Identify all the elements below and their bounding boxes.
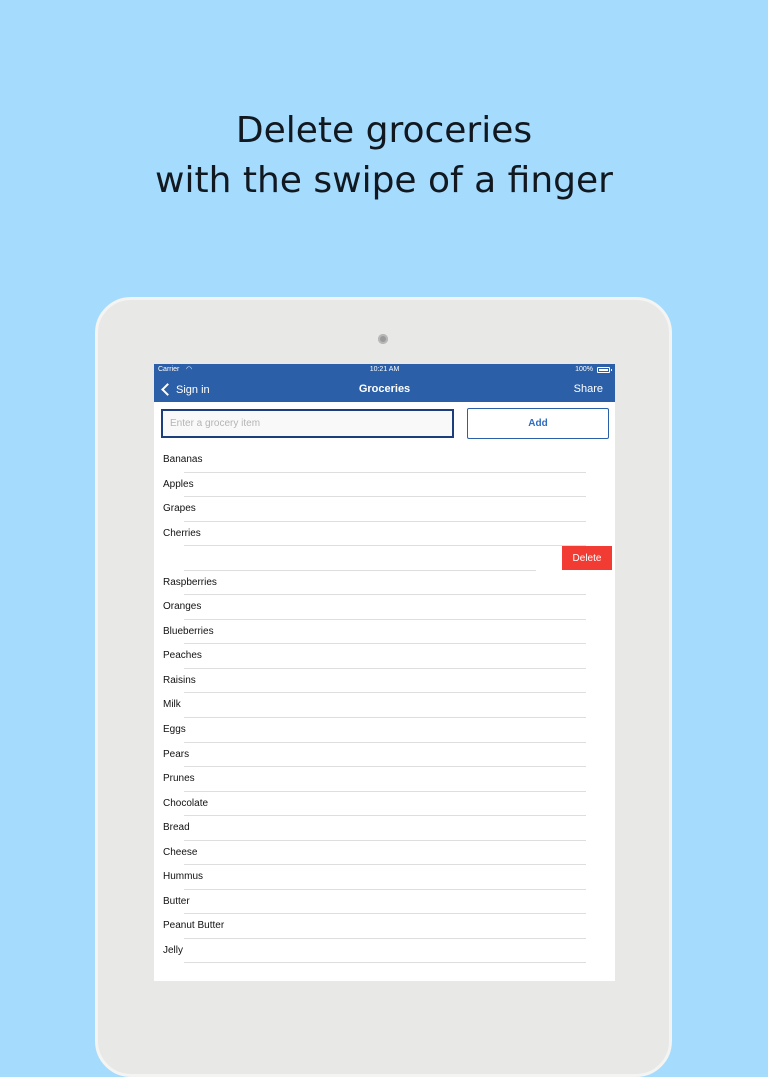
list-item[interactable]: Cherries [154, 522, 615, 547]
list-item[interactable]: Delete [154, 546, 615, 571]
app-screen: Carrier ◠ 10:21 AM 100% Sign in Grocerie… [154, 364, 615, 981]
headline: Delete groceries with the swipe of a fin… [0, 106, 768, 206]
headline-line-1: Delete groceries [235, 110, 533, 151]
list-item[interactable]: Peanut Butter [154, 914, 615, 939]
list-item-label: Eggs [163, 724, 186, 736]
grocery-list: Bananas Apples Grapes Cherries Delete Raspber… [154, 448, 615, 964]
list-item[interactable]: Bread [154, 816, 615, 841]
list-item[interactable]: Milk [154, 693, 615, 719]
list-item[interactable]: Bananas [154, 448, 615, 473]
status-bar: Carrier ◠ 10:21 AM 100% [154, 364, 615, 377]
list-item-label: Raspberries [163, 576, 217, 588]
list-item-label: Grapes [163, 503, 196, 515]
list-item[interactable]: Cheese [154, 841, 615, 866]
grocery-item-input[interactable] [161, 409, 454, 438]
list-item-label: Cherries [163, 527, 201, 539]
list-item[interactable]: Pears [154, 743, 615, 768]
list-item[interactable]: Raisins [154, 669, 615, 694]
list-item-label: Oranges [163, 601, 202, 613]
list-item[interactable]: Grapes [154, 497, 615, 522]
list-item[interactable]: Hummus [154, 865, 615, 890]
list-item[interactable]: Blueberries [154, 620, 615, 645]
list-item-label: Cheese [163, 846, 198, 858]
battery-percent: 100% [575, 366, 593, 373]
list-item-label: Hummus [163, 871, 204, 883]
battery-icon [597, 367, 612, 373]
list-item-label: Chocolate [163, 797, 209, 809]
list-item-label: Bananas [163, 454, 203, 465]
list-item-label: Blueberries [163, 625, 214, 637]
list-item-label: Bread [163, 822, 190, 834]
list-item[interactable]: Eggs [154, 718, 615, 743]
status-time: 10:21 AM [369, 366, 400, 373]
headline-line-2: with the swipe of a finger [155, 160, 613, 201]
list-item[interactable]: Apples [154, 473, 615, 498]
list-item-label: Peaches [163, 650, 202, 662]
list-item-label: Prunes [163, 773, 195, 785]
list-item-label: Jelly [163, 944, 184, 956]
navigation-bar: Sign in Groceries Share [154, 377, 615, 402]
list-item-label: Milk [163, 699, 181, 711]
list-item[interactable]: Raspberries [154, 571, 615, 596]
list-item-label: Butter [163, 895, 190, 907]
list-item-label: Raisins [163, 674, 196, 686]
camera-icon [378, 334, 388, 344]
list-item[interactable]: Jelly [154, 939, 615, 964]
list-item[interactable]: Peaches [154, 644, 615, 669]
row-separator [184, 962, 586, 964]
list-item[interactable]: Prunes [154, 767, 615, 792]
list-item-label: Peanut Butter [163, 920, 225, 932]
list-item-label: Apples [163, 478, 194, 490]
list-item[interactable]: Oranges [154, 595, 615, 620]
delete-button[interactable]: Delete [562, 546, 612, 571]
add-button[interactable]: Add [467, 408, 609, 439]
page-title: Groceries [358, 383, 411, 395]
list-item-label: Pears [163, 748, 190, 760]
list-item[interactable]: Chocolate [154, 792, 615, 817]
list-item[interactable]: Butter [154, 890, 615, 915]
share-button[interactable]: Share [574, 377, 603, 402]
